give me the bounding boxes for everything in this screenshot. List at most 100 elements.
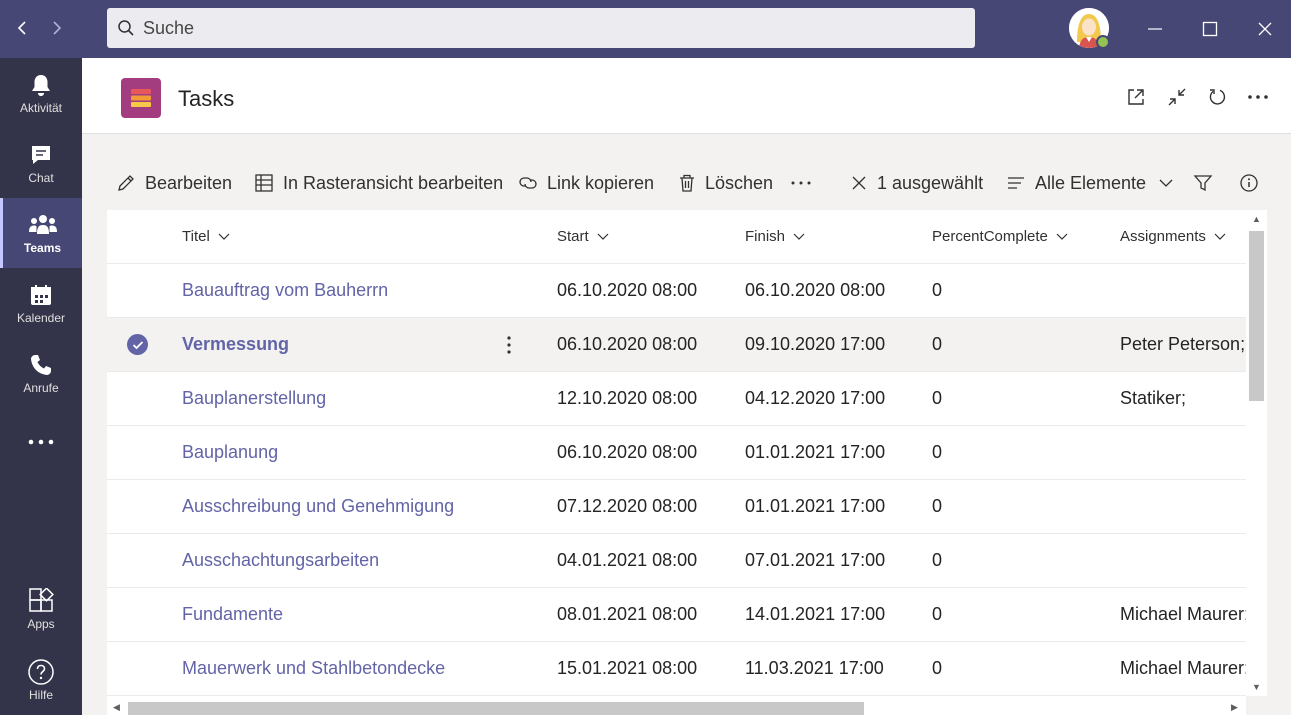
table-row[interactable]: Ausschachtungsarbeiten 04.01.2021 08:00 … [107, 534, 1246, 588]
search-input[interactable] [143, 17, 943, 39]
scroll-down-icon[interactable]: ▼ [1252, 682, 1261, 692]
search-bar[interactable] [107, 8, 975, 48]
finish-cell: 14.01.2021 17:00 [745, 604, 886, 624]
table-row[interactable]: Vermessung 06.10.2020 08:00 09.10.2020 1… [107, 318, 1246, 372]
bell-icon [32, 75, 50, 96]
grid-edit-button[interactable]: In Rasteransicht bearbeiten [254, 162, 503, 204]
info-button[interactable] [1239, 162, 1268, 204]
filter-icon [1193, 175, 1213, 192]
trash-icon [680, 174, 694, 192]
start-cell: 04.01.2021 08:00 [557, 550, 698, 570]
scroll-right-icon[interactable]: ▶ [1231, 702, 1238, 713]
task-title-link[interactable]: Bauplanerstellung [182, 388, 326, 409]
checkmark-icon [132, 340, 143, 349]
start-cell: 12.10.2020 08:00 [557, 388, 698, 408]
task-title-link[interactable]: Vermessung [182, 334, 289, 355]
percent-cell: 0 [932, 496, 943, 516]
chat-icon [32, 146, 50, 164]
column-header-start[interactable]: Start [557, 210, 610, 263]
task-title-link[interactable]: Ausschreibung und Genehmigung [182, 496, 454, 517]
task-title-link[interactable]: Bauplanung [182, 442, 278, 463]
start-cell: 06.10.2020 08:00 [557, 280, 698, 300]
column-header-assignments[interactable]: Assignments [1120, 210, 1227, 263]
more-options-button[interactable] [1245, 84, 1271, 110]
edit-button[interactable]: Bearbeiten [116, 162, 232, 204]
column-header-title[interactable]: Titel [182, 210, 231, 263]
assignments-cell: Peter Peterson; [1120, 334, 1246, 354]
rail-item-teams[interactable]: Teams [0, 198, 82, 268]
table-row[interactable]: Mauerwerk und Stahlbetondecke 15.01.2021… [107, 642, 1246, 696]
table-row[interactable]: Ausschreibung und Genehmigung 07.12.2020… [107, 480, 1246, 534]
finish-cell: 01.01.2021 17:00 [745, 496, 886, 516]
clear-selection-button[interactable]: 1 ausgewählt [850, 162, 983, 204]
percent-cell: 0 [932, 280, 943, 300]
column-header-percent-complete[interactable]: PercentComplete [932, 210, 1069, 263]
rail-item-apps[interactable]: Apps [0, 574, 82, 644]
scroll-left-icon[interactable]: ◀ [113, 702, 120, 713]
refresh-icon [1209, 89, 1226, 105]
teams-icon [28, 215, 57, 234]
rail-item-chat[interactable]: Chat [0, 128, 82, 198]
open-external-button[interactable] [1123, 84, 1149, 110]
vertical-scroll-thumb[interactable] [1249, 231, 1264, 401]
phone-icon [31, 355, 51, 375]
table-row[interactable]: Bauplanung 06.10.2020 08:00 01.01.2021 1… [107, 426, 1246, 480]
start-cell: 15.01.2021 08:00 [557, 658, 698, 678]
link-icon [519, 177, 537, 189]
task-title-link[interactable]: Mauerwerk und Stahlbetondecke [182, 658, 445, 679]
more-horizontal-icon [791, 181, 811, 185]
percent-cell: 0 [932, 442, 943, 462]
vertical-scrollbar[interactable]: ▲ ▼ [1246, 210, 1267, 696]
minimize-button[interactable] [1140, 14, 1170, 44]
filter-button[interactable] [1193, 162, 1222, 204]
rail-item-help[interactable]: Hilfe [0, 645, 82, 715]
finish-cell: 07.01.2021 17:00 [745, 550, 886, 570]
rail-item-label: Hilfe [28, 688, 53, 702]
row-more-button[interactable] [499, 332, 519, 358]
title-bar [0, 0, 1291, 58]
back-button[interactable] [8, 14, 36, 42]
more-commands-button[interactable] [790, 162, 821, 204]
start-cell: 06.10.2020 08:00 [557, 334, 698, 354]
list-view-icon [1008, 177, 1024, 189]
help-icon [28, 659, 54, 685]
table-row[interactable]: Fundamente 08.01.2021 08:00 14.01.2021 1… [107, 588, 1246, 642]
view-selector[interactable]: Alle Elemente [1006, 162, 1174, 204]
copy-link-button[interactable]: Link kopieren [518, 162, 654, 204]
close-window-button[interactable] [1250, 14, 1280, 44]
list-header: Titel Start Finish PercentComplete Assig… [107, 210, 1246, 264]
collapse-button[interactable] [1164, 84, 1190, 110]
delete-button[interactable]: Löschen [678, 162, 773, 204]
maximize-icon [1202, 21, 1218, 37]
rail-item-label: Apps [27, 617, 55, 631]
task-title-link[interactable]: Bauauftrag vom Bauherrn [182, 280, 388, 301]
command-bar: Bearbeiten In Rasteransicht bearbeiten L… [107, 162, 1267, 204]
tasks-app-icon [131, 89, 151, 107]
chevron-down-icon [793, 233, 805, 240]
finish-cell: 11.03.2021 17:00 [745, 658, 884, 678]
task-title-link[interactable]: Fundamente [182, 604, 283, 625]
table-row[interactable]: Bauplanerstellung 12.10.2020 08:00 04.12… [107, 372, 1246, 426]
maximize-button[interactable] [1195, 14, 1225, 44]
row-selected-checkbox[interactable] [127, 334, 148, 355]
rail-item-calls[interactable]: Anrufe [0, 338, 82, 408]
horizontal-scrollbar[interactable]: ◀ ▶ [107, 696, 1246, 715]
assignments-cell: Michael Maurer; [1120, 658, 1246, 678]
table-row[interactable]: Bauauftrag vom Bauherrn 06.10.2020 08:00… [107, 264, 1246, 318]
forward-button[interactable] [43, 14, 71, 42]
apps-icon [29, 588, 54, 612]
scroll-up-icon[interactable]: ▲ [1252, 214, 1261, 224]
column-header-finish[interactable]: Finish [745, 210, 806, 263]
finish-cell: 04.12.2020 17:00 [745, 388, 886, 408]
rail-item-label: Anrufe [23, 381, 59, 395]
rail-item-activity[interactable]: Aktivität [0, 58, 82, 128]
rail-item-calendar[interactable]: Kalender [0, 268, 82, 338]
percent-cell: 0 [932, 550, 943, 570]
refresh-button[interactable] [1204, 84, 1230, 110]
rail-item-more[interactable] [0, 408, 82, 478]
pencil-icon [118, 175, 134, 191]
horizontal-scroll-thumb[interactable] [128, 702, 864, 715]
task-title-link[interactable]: Ausschachtungsarbeiten [182, 550, 379, 571]
assignments-cell: Michael Maurer; [1120, 604, 1246, 624]
chevron-left-icon [17, 21, 26, 35]
